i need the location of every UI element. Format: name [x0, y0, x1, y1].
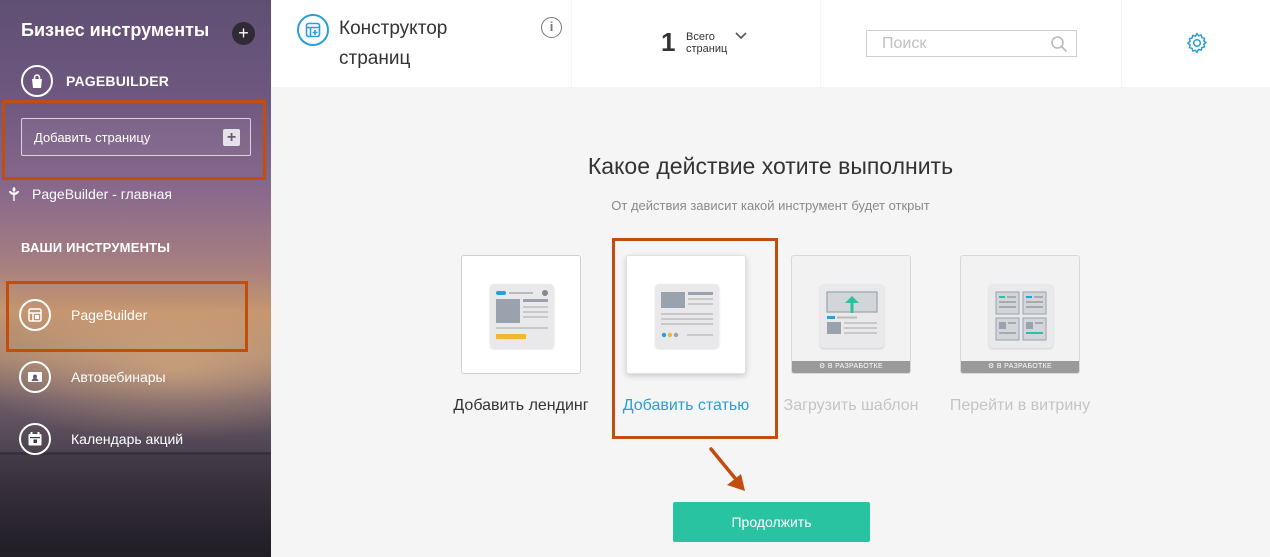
upload-template-icon	[820, 284, 884, 348]
home-page-label: PageBuilder - главная	[32, 186, 173, 202]
annotation-highlight-pagebuilder	[6, 281, 248, 352]
webinar-icon	[19, 361, 51, 393]
pagebuilder-section-header[interactable]: PAGEBUILDER	[21, 65, 169, 97]
tools-section-title: ВАШИ ИНСТРУМЕНТЫ	[21, 240, 171, 255]
tool-label: Автовебинары	[71, 369, 166, 385]
sidebar-item-promo-calendar[interactable]: Календарь акций	[19, 423, 183, 455]
option-label-landing[interactable]: Добавить лендинг	[431, 397, 611, 415]
page-title-block: Конструктор страниц	[297, 14, 489, 74]
pages-count-label: Всего страниц	[686, 31, 728, 55]
showcase-grid-icon	[989, 284, 1053, 348]
option-card-showcase[interactable]: ⚙ В РАЗРАБОТКЕ	[960, 255, 1080, 374]
continue-button[interactable]: Продолжить	[673, 502, 870, 542]
option-card-upload-template[interactable]: ⚙ В РАЗРАБОТКЕ	[791, 255, 911, 374]
search-field[interactable]	[866, 30, 1077, 57]
chevron-down-icon[interactable]	[734, 31, 748, 41]
landing-template-icon	[490, 284, 554, 348]
annotation-highlight-article	[612, 238, 778, 439]
annotation-highlight-add-page	[2, 100, 266, 180]
in-development-badge: ⚙ В РАЗРАБОТКЕ	[792, 361, 910, 373]
leaf-icon	[9, 187, 19, 201]
page-title: Конструктор страниц	[339, 18, 448, 69]
option-label-showcase[interactable]: Перейти в витрину	[930, 397, 1110, 415]
option-label-upload-template[interactable]: Загрузить шаблон	[761, 397, 941, 415]
page-builder-logo-icon	[297, 14, 329, 46]
annotation-arrow-icon	[709, 447, 745, 491]
sidebar-item-autowebinars[interactable]: Автовебинары	[19, 361, 166, 393]
option-card-landing[interactable]	[461, 255, 581, 374]
pages-count: 1	[661, 27, 676, 57]
sidebar-title: Бизнес инструменты	[21, 20, 210, 40]
info-icon[interactable]: i	[541, 17, 562, 38]
search-icon[interactable]	[1050, 35, 1068, 53]
tool-label: Календарь акций	[71, 431, 184, 447]
pagebuilder-section-label: PAGEBUILDER	[66, 73, 170, 89]
gear-icon[interactable]	[1185, 31, 1209, 55]
sidebar-background-water	[0, 455, 271, 557]
bag-icon	[21, 65, 53, 97]
sidebar-item-home-page[interactable]: PageBuilder - главная	[6, 186, 172, 202]
action-subheading: От действия зависит какой инструмент буд…	[611, 198, 930, 213]
add-tool-button[interactable]: +	[232, 22, 255, 45]
in-development-badge: ⚙ В РАЗРАБОТКЕ	[961, 361, 1079, 373]
sidebar: Бизнес инструменты + PAGEBUILDER Добавит…	[0, 0, 271, 557]
calendar-icon	[19, 423, 51, 455]
search-input[interactable]	[882, 31, 1052, 56]
action-heading: Какое действие хотите выполнить	[587, 153, 954, 179]
